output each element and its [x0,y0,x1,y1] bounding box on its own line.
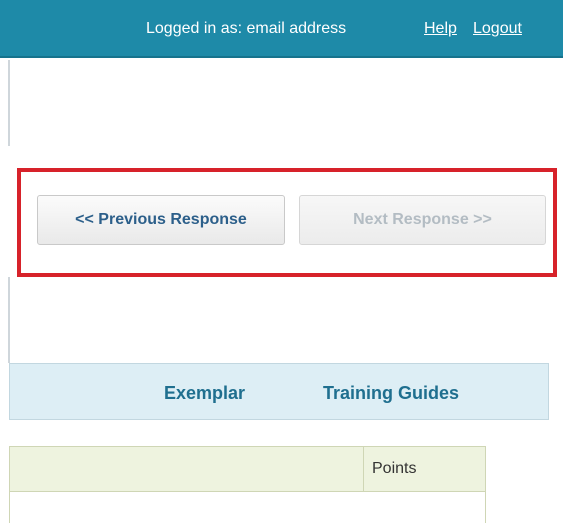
previous-response-button[interactable]: << Previous Response [37,195,285,245]
help-link[interactable]: Help [424,20,457,38]
top-header-bar: Logged in as: email address Help Logout [0,0,563,58]
left-border-line [8,277,10,363]
tab-training-guides[interactable]: Training Guides [323,383,459,404]
points-column-header: Points [372,460,417,477]
left-border-line [8,60,10,146]
next-response-button[interactable]: Next Response >> [299,195,546,245]
tab-exemplar[interactable]: Exemplar [164,383,245,404]
table-row [10,491,485,525]
login-status-text: Logged in as: email address [146,20,347,37]
scoring-table: Points [9,446,486,525]
tabs-bar: Exemplar Training Guides [9,363,549,420]
table-header-row: Points [10,447,485,524]
logout-link[interactable]: Logout [473,20,522,38]
